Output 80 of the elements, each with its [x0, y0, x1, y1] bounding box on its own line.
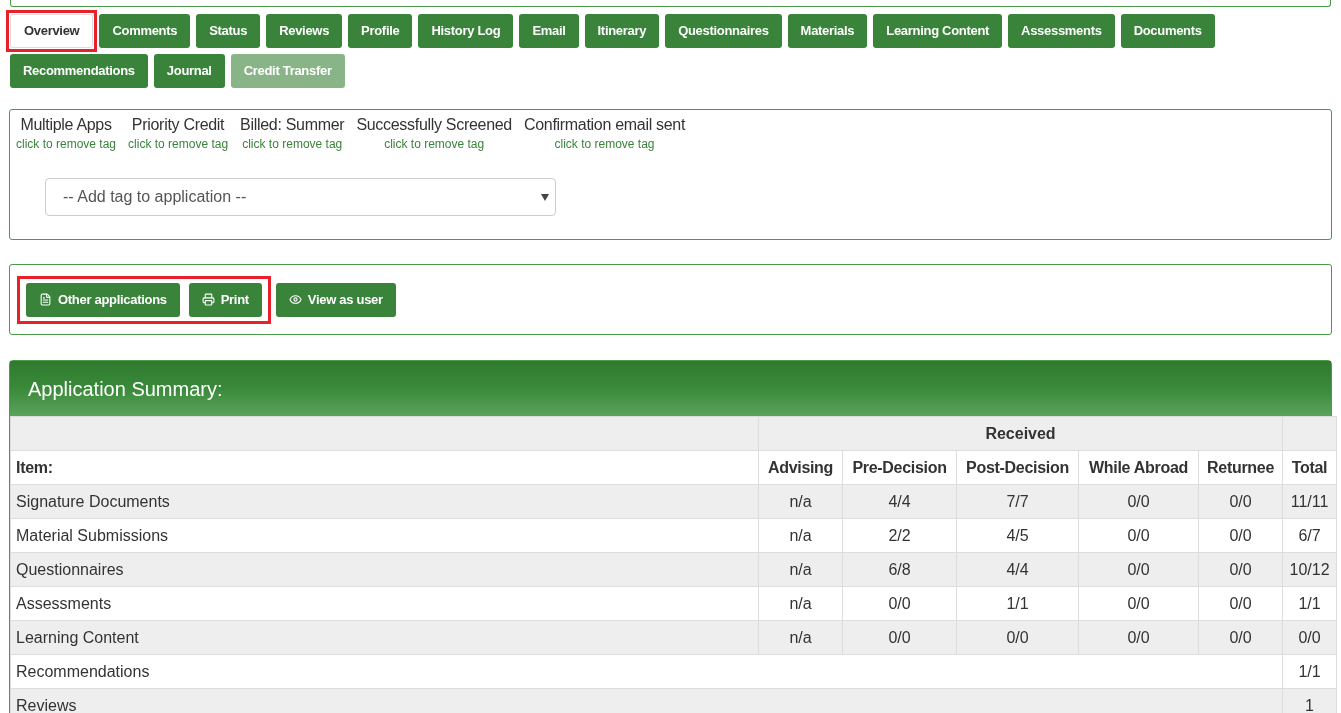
tag-name: Confirmation email sent	[523, 115, 686, 135]
table-cell: 0/0	[1198, 484, 1283, 519]
table-cell: 10/12	[1282, 552, 1337, 587]
table-cell: 1/1	[956, 586, 1079, 621]
tab[interactable]: Reviews	[266, 14, 343, 48]
table-cell: Questionnaires	[10, 552, 759, 587]
column-header: Total	[1282, 450, 1337, 485]
table-cell: 4/4	[956, 552, 1079, 587]
document-icon	[39, 293, 52, 306]
table-cell: 0/0	[1282, 620, 1337, 655]
tab[interactable]: Email	[519, 14, 579, 48]
panel-title: Application Summary:	[28, 376, 223, 402]
table-cell: 0/0	[1198, 620, 1283, 655]
tag-name: Billed: Summer	[240, 115, 345, 135]
table-cell: 11/11	[1282, 484, 1337, 519]
table-cell: Reviews	[10, 688, 1283, 713]
tab[interactable]: Materials	[787, 14, 868, 48]
action-button[interactable]: Other applications	[26, 282, 180, 317]
table-cell: n/a	[758, 518, 843, 553]
table-cell: 1/1	[1282, 586, 1337, 621]
column-header: While Abroad	[1078, 450, 1199, 485]
table-cell: n/a	[758, 552, 843, 587]
table-cell: n/a	[758, 620, 843, 655]
action-button[interactable]: View as user	[275, 282, 396, 317]
tag-name: Priority Credit	[131, 115, 225, 135]
table-cell: 1/1	[1282, 654, 1337, 689]
tab[interactable]: Itinerary	[584, 14, 660, 48]
table-cell: 0/0	[1198, 552, 1283, 587]
table-cell: 0/0	[1198, 586, 1283, 621]
tab[interactable]: Assessments	[1008, 14, 1115, 48]
column-header: Item:	[10, 450, 759, 485]
remove-tag-link[interactable]: click to remove tag	[128, 135, 229, 153]
table-cell: 4/5	[956, 518, 1079, 553]
tag-select[interactable]: -- Add tag to application --	[45, 178, 556, 216]
tab[interactable]: Journal	[153, 54, 225, 88]
column-header: Advising	[758, 450, 843, 485]
table-cell: Learning Content	[10, 620, 759, 655]
table-cell: Assessments	[10, 586, 759, 621]
tag-name: Successfully Screened	[356, 115, 512, 135]
column-group-header: Received	[758, 416, 1283, 451]
table-cell: Recommendations	[10, 654, 1283, 689]
column-header: Returnee	[1198, 450, 1283, 485]
table-cell: 2/2	[842, 518, 957, 553]
table-cell: n/a	[758, 484, 843, 519]
column-header: Pre-Decision	[842, 450, 957, 485]
tag-name: Multiple Apps	[20, 115, 112, 135]
table-cell: 0/0	[1198, 518, 1283, 553]
remove-tag-link[interactable]: click to remove tag	[554, 135, 655, 153]
table-cell: 4/4	[842, 484, 957, 519]
action-button[interactable]: Print	[188, 282, 262, 317]
printer-icon	[201, 293, 215, 306]
table-cell: 6/8	[842, 552, 957, 587]
tab[interactable]: Overview	[10, 14, 94, 48]
column-header: Post-Decision	[956, 450, 1079, 485]
table-cell: n/a	[758, 586, 843, 621]
table-cell: 0/0	[1078, 620, 1199, 655]
table-cell: Material Submissions	[10, 518, 759, 553]
table-cell: 0/0	[1078, 484, 1199, 519]
table-cell: 0/0	[1078, 586, 1199, 621]
table-cell: 7/7	[956, 484, 1079, 519]
eye-icon	[288, 293, 302, 306]
remove-tag-link[interactable]: click to remove tag	[16, 135, 117, 153]
table-cell: Signature Documents	[10, 484, 759, 519]
tab[interactable]: Status	[196, 14, 261, 48]
tab[interactable]: Questionnaires	[665, 14, 782, 48]
tab[interactable]: History Log	[418, 14, 514, 48]
remove-tag-link[interactable]: click to remove tag	[384, 135, 485, 153]
table-cell: 0/0	[956, 620, 1079, 655]
tab[interactable]: Comments	[99, 14, 191, 48]
table-cell: 0/0	[842, 620, 957, 655]
tab[interactable]: Documents	[1120, 14, 1215, 48]
caret-icon	[541, 193, 549, 201]
tab[interactable]: Profile	[348, 14, 413, 48]
tab[interactable]: Learning Content	[873, 14, 1003, 48]
tab[interactable]: Recommendations	[10, 54, 148, 88]
remove-tag-link[interactable]: click to remove tag	[242, 135, 343, 153]
table-cell: 0/0	[1078, 518, 1199, 553]
table-cell: 6/7	[1282, 518, 1337, 553]
table-cell: 0/0	[842, 586, 957, 621]
table-cell: 0/0	[1078, 552, 1199, 587]
